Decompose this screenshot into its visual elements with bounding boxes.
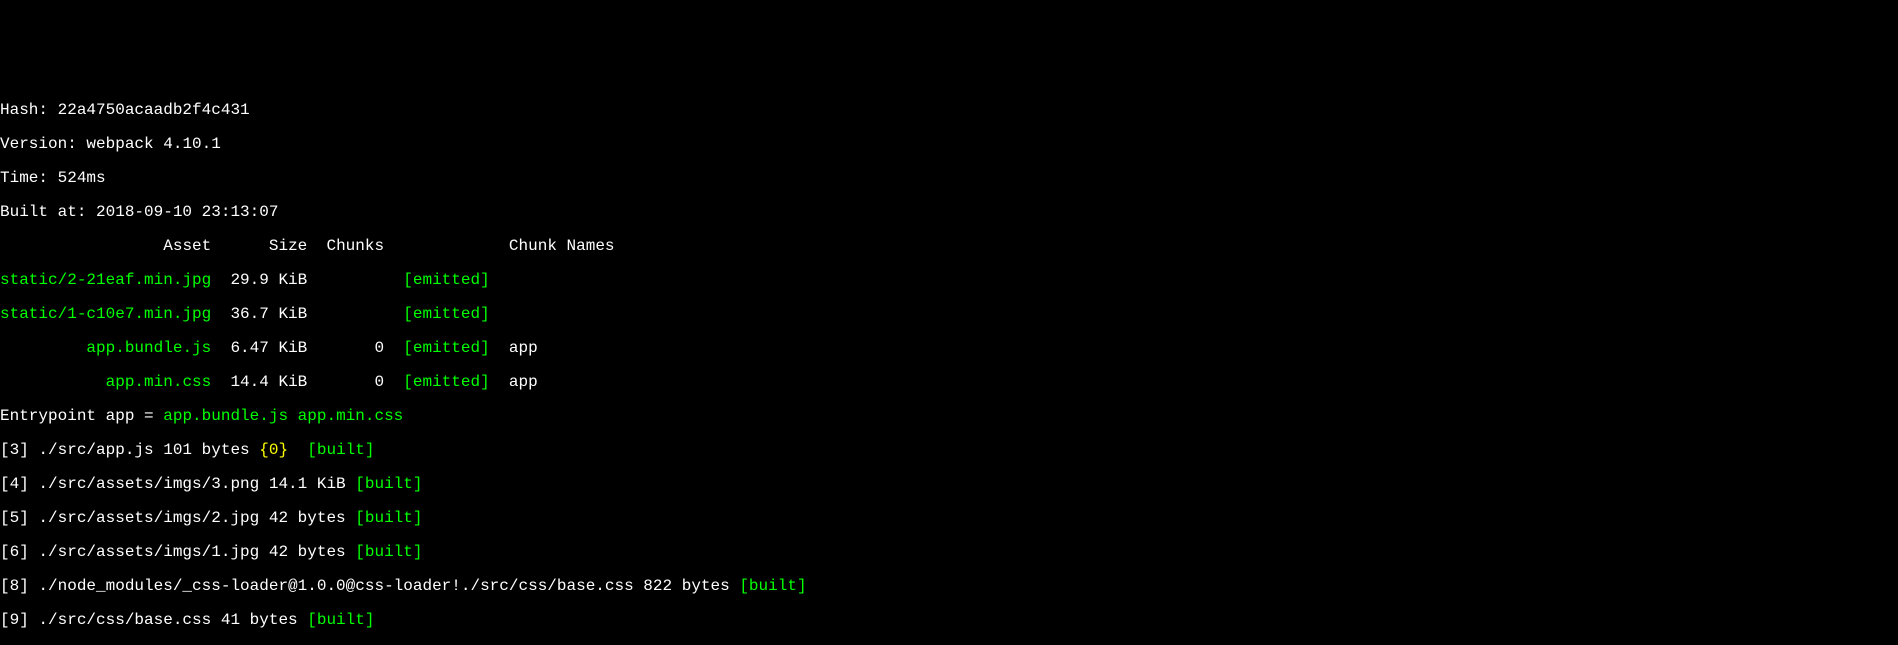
asset-emitted: [emitted] <box>403 271 489 289</box>
entrypoint-prefix: Entrypoint app = <box>0 407 163 425</box>
module-path: ./src/assets/imgs/3.png 14.1 KiB <box>38 475 355 493</box>
time-label: Time: <box>0 169 58 187</box>
module-path: ./src/app.js 101 bytes <box>38 441 259 459</box>
col-chunks: Chunks <box>326 237 384 255</box>
module-status: [built] <box>355 543 422 561</box>
built-label: Built at: <box>0 203 96 221</box>
asset-chunkname: app <box>509 339 538 357</box>
built-value: 2018-09-10 23:13:07 <box>96 203 278 221</box>
col-asset: Asset <box>163 237 211 255</box>
asset-size: 6.47 KiB <box>230 339 307 357</box>
module-path: ./src/assets/imgs/1.jpg 42 bytes <box>38 543 355 561</box>
asset-name: static/1-c10e7.min.jpg <box>0 305 211 323</box>
asset-size: 29.9 KiB <box>230 271 307 289</box>
hash-value: 22a4750acaadb2f4c431 <box>58 101 250 119</box>
module-status: [built] <box>355 475 422 493</box>
asset-row: static/1-c10e7.min.jpg 36.7 KiB [emitted… <box>0 306 1898 323</box>
module-row: [3] ./src/app.js 101 bytes {0} [built] <box>0 442 1898 459</box>
module-row: [6] ./src/assets/imgs/1.jpg 42 bytes [bu… <box>0 544 1898 561</box>
asset-chunkname: app <box>509 373 538 391</box>
module-status: [built] <box>739 577 806 595</box>
module-idx: [8] <box>0 577 38 595</box>
sp <box>288 441 307 459</box>
built-line: Built at: 2018-09-10 23:13:07 <box>0 204 1898 221</box>
module-row: [5] ./src/assets/imgs/2.jpg 42 bytes [bu… <box>0 510 1898 527</box>
time-value: 524ms <box>58 169 106 187</box>
module-row: [9] ./src/css/base.css 41 bytes [built] <box>0 612 1898 629</box>
module-chunk: {0} <box>259 441 288 459</box>
module-idx: [6] <box>0 543 38 561</box>
asset-chunk: 0 <box>374 339 384 357</box>
asset-name: app.min.css <box>106 373 212 391</box>
asset-name: app.bundle.js <box>86 339 211 357</box>
version-label: Version: <box>0 135 86 153</box>
asset-size: 36.7 KiB <box>230 305 307 323</box>
module-path: ./src/css/base.css 41 bytes <box>38 611 307 629</box>
module-idx: [5] <box>0 509 38 527</box>
asset-row: app.min.css 14.4 KiB 0 [emitted] app <box>0 374 1898 391</box>
asset-emitted: [emitted] <box>403 339 489 357</box>
module-path: ./src/assets/imgs/2.jpg 42 bytes <box>38 509 355 527</box>
version-value: webpack 4.10.1 <box>86 135 220 153</box>
asset-row: app.bundle.js 6.47 KiB 0 [emitted] app <box>0 340 1898 357</box>
module-row: [4] ./src/assets/imgs/3.png 14.1 KiB [bu… <box>0 476 1898 493</box>
entrypoint-line: Entrypoint app = app.bundle.js app.min.c… <box>0 408 1898 425</box>
hash-line: Hash: 22a4750acaadb2f4c431 <box>0 102 1898 119</box>
asset-emitted: [emitted] <box>403 373 489 391</box>
module-idx: [9] <box>0 611 38 629</box>
asset-chunk: 0 <box>374 373 384 391</box>
module-status: [built] <box>307 611 374 629</box>
module-path: ./node_modules/_css-loader@1.0.0@css-loa… <box>38 577 739 595</box>
asset-row: static/2-21eaf.min.jpg 29.9 KiB [emitted… <box>0 272 1898 289</box>
module-status: [built] <box>307 441 374 459</box>
column-header: Asset Size Chunks Chunk Names <box>0 238 1898 255</box>
col-chunk-names: Chunk Names <box>509 237 615 255</box>
asset-size: 14.4 KiB <box>230 373 307 391</box>
terminal-output: Hash: 22a4750acaadb2f4c431 Version: webp… <box>0 85 1898 645</box>
module-row: [8] ./node_modules/_css-loader@1.0.0@css… <box>0 578 1898 595</box>
time-line: Time: 524ms <box>0 170 1898 187</box>
version-line: Version: webpack 4.10.1 <box>0 136 1898 153</box>
module-idx: [3] <box>0 441 38 459</box>
hash-label: Hash: <box>0 101 58 119</box>
col-size: Size <box>269 237 307 255</box>
asset-name: static/2-21eaf.min.jpg <box>0 271 211 289</box>
entrypoint-files: app.bundle.js app.min.css <box>163 407 403 425</box>
module-status: [built] <box>355 509 422 527</box>
asset-emitted: [emitted] <box>403 305 489 323</box>
module-idx: [4] <box>0 475 38 493</box>
